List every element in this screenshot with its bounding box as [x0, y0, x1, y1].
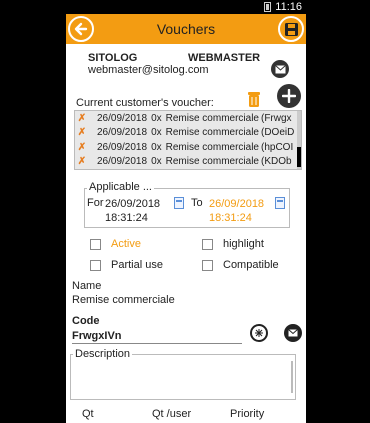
remove-voucher-icon[interactable]: ✗: [75, 113, 89, 124]
checkbox-box[interactable]: [202, 238, 213, 250]
voucher-qty: 0x: [151, 127, 162, 139]
from-date: 26/09/2018: [105, 198, 161, 210]
voucher-list[interactable]: ✗ 26/09/2018 0x Remise commerciale (Frwg…: [74, 110, 302, 170]
applicable-legend: Applicable ...: [87, 181, 154, 193]
battery-icon: [264, 2, 272, 12]
highlight-checkbox[interactable]: highlight: [202, 238, 264, 250]
active-checkbox[interactable]: Active: [90, 238, 141, 250]
voucher-name: Remise commerciale: [165, 156, 259, 168]
voucher-date: 26/09/2018: [97, 141, 148, 153]
calendar-icon[interactable]: [275, 197, 285, 209]
user-info: SITOLOG WEBMASTER webmaster@sitolog.com: [66, 44, 306, 92]
to-date-field[interactable]: 26/09/2018 18:31:24: [209, 197, 264, 225]
voucher-code: (hpCOI: [260, 141, 294, 153]
list-item[interactable]: ✗ 26/09/2018 0x Remise commerciale (KDOb: [75, 155, 301, 170]
from-label: For: [87, 197, 104, 209]
list-item[interactable]: ✗ 26/09/2018 0x Remise commerciale (hpCO…: [75, 140, 301, 155]
list-item[interactable]: ✗ 26/09/2018 0x Remise commerciale (Frwg…: [75, 111, 301, 126]
checkbox-box[interactable]: [202, 259, 213, 271]
checkbox-box[interactable]: [90, 238, 101, 250]
back-button[interactable]: [68, 16, 94, 42]
priority-label: Priority: [230, 408, 265, 420]
page-title: Vouchers: [156, 21, 216, 37]
voucher-qty: 0x: [151, 112, 162, 124]
voucher-code: (DOeiD: [260, 127, 295, 139]
plus-icon: [282, 89, 296, 103]
user-role: WEBMASTER: [188, 52, 261, 64]
app-screen: 11:16 Vouchers SITOLOG WEBMASTER webmast…: [66, 0, 306, 423]
voucher-date: 26/09/2018: [97, 112, 148, 124]
user-email: webmaster@sitolog.com: [88, 64, 209, 76]
qt-label: Qt: [82, 408, 94, 420]
to-label: To: [191, 197, 203, 209]
checkbox-box[interactable]: [90, 259, 101, 271]
left-frame: [0, 0, 66, 423]
remove-voucher-icon[interactable]: ✗: [75, 156, 89, 167]
compatible-label: Compatible: [223, 259, 279, 271]
code-label: Code: [72, 315, 100, 327]
code-underline: [72, 343, 242, 344]
header: Vouchers: [66, 14, 306, 44]
mail-icon: [274, 64, 286, 73]
description-field[interactable]: Description: [70, 348, 296, 400]
description-label: Description: [73, 348, 133, 360]
voucher-date: 26/09/2018: [97, 127, 148, 139]
right-frame: [306, 0, 370, 423]
generate-code-button[interactable]: [250, 324, 268, 342]
applicable-period: Applicable ... For 26/09/2018 18:31:24 T…: [84, 181, 290, 228]
qt-per-user-label: Qt /user: [152, 408, 192, 420]
scrollbar-thumb[interactable]: [297, 147, 301, 167]
generate-icon: [255, 329, 263, 337]
send-code-button[interactable]: [284, 324, 302, 342]
partial-use-label: Partial use: [111, 259, 163, 271]
name-label: Name: [72, 280, 102, 292]
name-field[interactable]: Remise commerciale: [72, 294, 175, 306]
voucher-qty: 0x: [151, 156, 162, 168]
mail-button[interactable]: [271, 60, 289, 78]
voucher-qty: 0x: [151, 141, 162, 153]
partial-use-checkbox[interactable]: Partial use: [90, 259, 163, 271]
to-time: 18:31:24: [209, 212, 252, 224]
remove-voucher-icon[interactable]: ✗: [75, 127, 89, 138]
status-time: 11:16: [275, 1, 302, 13]
compatible-checkbox[interactable]: Compatible: [202, 259, 279, 271]
company-name: SITOLOG: [88, 52, 138, 64]
remove-voucher-icon[interactable]: ✗: [75, 142, 89, 153]
calendar-icon[interactable]: [174, 197, 184, 209]
arrow-left-icon: [74, 22, 88, 36]
save-button[interactable]: [278, 16, 304, 42]
from-date-field[interactable]: 26/09/2018 18:31:24: [105, 197, 160, 225]
voucher-list-label: Current customer's voucher:: [76, 97, 214, 109]
delete-button[interactable]: [246, 90, 262, 108]
voucher-code: (Frwgx: [260, 112, 292, 124]
voucher-date: 26/09/2018: [97, 156, 148, 168]
from-time: 18:31:24: [105, 212, 148, 224]
active-label: Active: [111, 238, 141, 250]
description-scrollbar[interactable]: [291, 361, 293, 393]
status-bar: 11:16: [66, 0, 306, 14]
highlight-label: highlight: [223, 238, 264, 250]
voucher-name: Remise commerciale: [165, 141, 259, 153]
mail-icon: [288, 329, 298, 337]
trash-icon: [248, 92, 260, 107]
voucher-name: Remise commerciale: [165, 112, 259, 124]
floppy-disk-icon: [284, 22, 298, 36]
voucher-code: (KDOb: [260, 156, 292, 168]
to-date: 26/09/2018: [209, 198, 265, 210]
code-field[interactable]: FrwgxIVn: [72, 330, 122, 342]
list-item[interactable]: ✗ 26/09/2018 0x Remise commerciale (DOei…: [75, 126, 301, 141]
add-voucher-button[interactable]: [277, 84, 301, 108]
voucher-name: Remise commerciale: [165, 127, 259, 139]
list-scrollbar[interactable]: [297, 111, 301, 169]
